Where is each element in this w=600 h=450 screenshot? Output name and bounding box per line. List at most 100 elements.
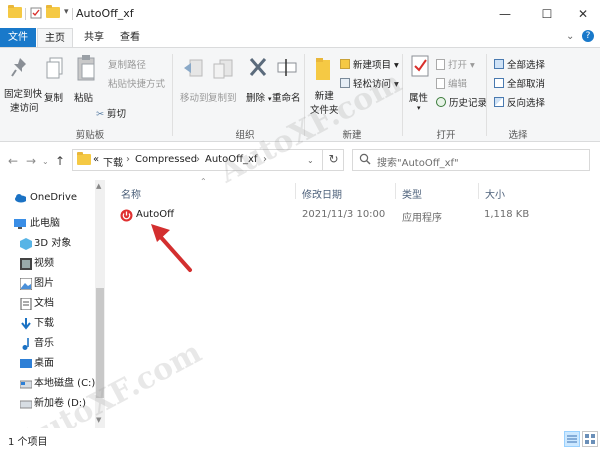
new-folder-quick-icon[interactable] xyxy=(46,5,60,18)
sort-ascending-icon: ⌃ xyxy=(200,177,207,186)
help-icon[interactable]: ? xyxy=(582,30,594,42)
sidebar-item-videos[interactable]: 视频 xyxy=(20,254,54,274)
divider xyxy=(172,54,173,136)
copy-button[interactable]: 复制 xyxy=(44,90,63,104)
desktop-icon xyxy=(20,359,32,368)
paste-shortcut-button[interactable]: 粘贴快捷方式 xyxy=(108,76,165,90)
item-count: 1 个项目 xyxy=(8,437,48,448)
properties-button[interactable]: 属性 ▾ xyxy=(409,90,428,112)
select-all-button[interactable]: 全部选择 xyxy=(494,57,545,71)
column-header-size[interactable]: 大小 xyxy=(485,186,505,201)
status-bar: 1 个项目 xyxy=(0,428,600,450)
refresh-icon[interactable]: ↻ xyxy=(322,149,344,171)
sidebar-item-drive-c[interactable]: 本地磁盘 (C:) xyxy=(20,374,95,394)
tab-view[interactable]: 查看 xyxy=(112,28,148,48)
new-folder-button[interactable]: 新建 文件夹 xyxy=(310,88,339,116)
sidebar-item-this-pc[interactable]: 此电脑 xyxy=(14,214,60,234)
breadcrumb-separator[interactable]: › xyxy=(126,154,130,165)
sidebar-item-3d-objects[interactable]: 3D 对象 xyxy=(20,234,71,254)
chevron-down-icon[interactable]: ⌄ xyxy=(566,31,574,42)
sidebar-item-pictures[interactable]: 图片 xyxy=(20,274,54,294)
customize-quick-access-icon[interactable]: ▾ xyxy=(64,7,69,17)
divider xyxy=(25,8,26,20)
window-title: AutoOff_xf xyxy=(76,7,134,20)
tab-share[interactable]: 共享 xyxy=(76,28,112,48)
pin-quick-access-button[interactable]: 固定到快 速访问 xyxy=(4,86,42,114)
invert-selection-button[interactable]: 反向选择 xyxy=(494,95,545,109)
maximize-button[interactable]: ☐ xyxy=(528,0,566,28)
select-all-icon xyxy=(494,59,504,69)
column-header-name[interactable]: 名称 xyxy=(121,186,141,201)
search-icon xyxy=(359,153,371,170)
tab-home[interactable]: 主页 xyxy=(37,28,73,48)
breadcrumb-item[interactable]: Compressed xyxy=(135,154,197,165)
new-item-icon xyxy=(340,59,350,69)
new-group-label: 新建 xyxy=(342,130,362,141)
properties-label: 属性 xyxy=(409,93,429,104)
column-header-type[interactable]: 类型 xyxy=(402,186,422,201)
large-icons-view-icon[interactable] xyxy=(582,431,598,447)
close-button[interactable]: ✕ xyxy=(564,0,600,28)
sidebar-item-drive-d[interactable]: 新加卷 (D:) xyxy=(20,394,86,414)
up-arrow-icon[interactable]: ↑ xyxy=(55,154,65,168)
forward-arrow-icon[interactable]: → xyxy=(26,154,36,168)
easy-access-icon xyxy=(340,78,350,88)
computer-icon xyxy=(14,219,26,229)
file-size: 1,118 KB xyxy=(484,209,530,220)
paste-icon xyxy=(76,54,96,85)
delete-label: 删除 xyxy=(246,93,266,104)
edit-button[interactable]: 编辑 xyxy=(436,76,467,90)
edit-icon xyxy=(436,78,445,89)
new-item-button[interactable]: 新建项目 ▾ xyxy=(340,57,399,71)
breadcrumb-overflow[interactable]: « xyxy=(93,154,99,165)
file-name: AutoOff xyxy=(136,209,174,220)
copy-to-button[interactable]: 复制到 xyxy=(208,90,237,104)
cut-label: 剪切 xyxy=(107,109,127,120)
address-dropdown-icon[interactable]: ⌄ xyxy=(307,156,314,165)
scroll-down-icon[interactable]: ▼ xyxy=(96,416,101,424)
scroll-up-icon[interactable]: ▲ xyxy=(96,182,101,190)
address-bar[interactable]: « 下载 › Compressed › AutoOff_xf › ⌄ xyxy=(72,149,344,171)
new-folder-label-line1: 新建 xyxy=(314,91,334,102)
sidebar-item-music[interactable]: 音乐 xyxy=(20,334,54,354)
open-button[interactable]: 打开 ▾ xyxy=(436,57,475,71)
delete-button[interactable]: 删除 ▾ xyxy=(246,90,272,104)
documents-icon xyxy=(20,298,32,310)
sidebar-item-onedrive[interactable]: OneDrive xyxy=(14,188,77,208)
cut-button[interactable]: ✂ 剪切 xyxy=(96,106,126,120)
paste-button[interactable]: 粘贴 xyxy=(74,90,93,104)
sidebar-item-downloads[interactable]: 下载 xyxy=(20,314,54,334)
properties-quick-icon[interactable] xyxy=(30,7,42,19)
organize-group-label: 组织 xyxy=(235,130,255,141)
minimize-button[interactable]: — xyxy=(486,0,524,28)
copy-path-button[interactable]: 复制路径 xyxy=(108,57,146,71)
tab-file[interactable]: 文件 xyxy=(0,28,36,48)
divider xyxy=(304,54,305,136)
select-group-label: 选择 xyxy=(508,130,528,141)
clipboard-group-label: 剪贴板 xyxy=(75,130,105,141)
recent-locations-chevron-icon[interactable]: ⌄ xyxy=(42,157,49,166)
rename-button[interactable]: 重命名 xyxy=(272,90,301,104)
history-button[interactable]: 历史记录 xyxy=(436,95,487,109)
move-to-button[interactable]: 移动到 xyxy=(180,90,209,104)
divider xyxy=(486,54,487,136)
sidebar-item-documents[interactable]: 文档 xyxy=(20,294,54,314)
breadcrumb-item[interactable]: AutoOff_xf xyxy=(205,154,257,165)
easy-access-button[interactable]: 轻松访问 ▾ xyxy=(340,76,399,90)
sidebar-item-desktop[interactable]: 桌面 xyxy=(20,354,54,374)
new-folder-label-line2: 文件夹 xyxy=(310,105,339,116)
details-view-icon[interactable] xyxy=(564,431,580,447)
breadcrumb-separator[interactable]: › xyxy=(196,154,200,165)
scrollbar-thumb[interactable] xyxy=(96,288,104,398)
back-arrow-icon[interactable]: ← xyxy=(8,154,18,168)
breadcrumb-item[interactable]: 下载 xyxy=(103,154,123,169)
search-box[interactable]: 搜索"AutoOff_xf" xyxy=(352,149,590,171)
column-header-modified[interactable]: 修改日期 xyxy=(302,186,342,201)
easy-access-label: 轻松访问 ▾ xyxy=(353,79,399,90)
breadcrumb-separator[interactable]: › xyxy=(263,154,267,165)
history-label: 历史记录 xyxy=(449,98,488,109)
open-group-label: 打开 xyxy=(436,130,456,141)
select-none-button[interactable]: 全部取消 xyxy=(494,76,545,90)
copy-to-icon xyxy=(212,56,234,83)
sidebar-scrollbar[interactable]: ▲ ▼ xyxy=(95,180,105,428)
